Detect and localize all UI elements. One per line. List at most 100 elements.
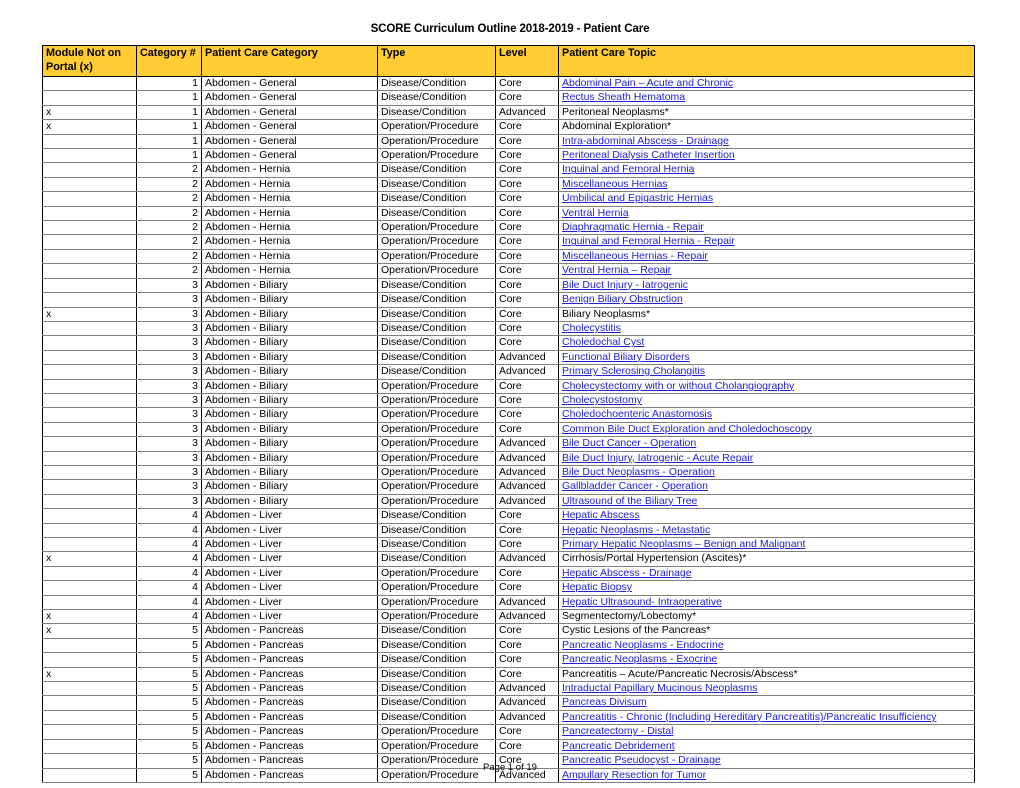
topic-link[interactable]: Ventral Hernia [562, 207, 629, 218]
cell-patient-care-topic[interactable]: Pancreatic Debridement [558, 738, 975, 755]
topic-link[interactable]: Pancreatic Debridement [562, 740, 675, 751]
cell-patient-care-topic[interactable]: Pancreatitis - Chronic (Including Heredi… [558, 709, 975, 726]
cell-category-number: 2 [136, 176, 202, 193]
topic-link[interactable]: Cholecystitis [562, 322, 621, 333]
cell-patient-care-topic[interactable]: Choledochoenteric Anastomosis [558, 407, 975, 423]
cell-patient-care-topic[interactable]: Common Bile Duct Exploration and Choledo… [558, 421, 975, 438]
cell-patient-care-topic[interactable]: Hepatic Abscess - Drainage [558, 565, 975, 582]
topic-link[interactable]: Hepatic Abscess - Drainage [562, 567, 692, 578]
topic-link[interactable]: Cholecystectomy with or without Cholangi… [562, 380, 794, 391]
cell-module-not-on-portal [42, 738, 137, 755]
cell-patient-care-topic[interactable]: Cholecystostomy [558, 392, 975, 409]
cell-patient-care-topic[interactable]: Benign Biliary Obstruction [558, 292, 975, 308]
topic-link[interactable]: Inguinal and Femoral Hernia [562, 164, 695, 175]
cell-patient-care-topic[interactable]: Intra-abdominal Abscess - Drainage [558, 133, 975, 150]
cell-patient-care-topic: Pancreatitis – Acute/Pancreatic Necrosis… [558, 666, 975, 683]
curriculum-table-container: Module Not on Portal (x) Category # Pati… [42, 45, 975, 783]
cell-module-not-on-portal [42, 493, 137, 510]
cell-patient-care-topic[interactable]: Ventral Hernia – Repair [558, 263, 975, 279]
topic-link[interactable]: Pancreatitis - Chronic (Including Heredi… [562, 711, 936, 722]
topic-link[interactable]: Primary Sclerosing Cholangitis [562, 366, 705, 377]
cell-category-number: 4 [136, 508, 202, 524]
topic-link[interactable]: Hepatic Abscess [562, 510, 640, 521]
cell-type: Disease/Condition [377, 277, 496, 294]
topic-link[interactable]: Choledochoenteric Anastomosis [562, 409, 712, 420]
cell-patient-care-topic[interactable]: Pancreatectomy - Distal [558, 724, 975, 740]
cell-patient-care-topic[interactable]: Ultrasound of the Biliary Tree [558, 493, 975, 510]
cell-patient-care-topic[interactable]: Intraductal Papillary Mucinous Neoplasms [558, 681, 975, 697]
topic-link[interactable]: Choledochal Cyst [562, 337, 644, 348]
cell-category-number: 1 [136, 90, 202, 106]
table-row: 5 Abdomen - Pancreas Disease/Condition Adva… [42, 695, 975, 711]
topic-link[interactable]: Inguinal and Femoral Hernia - Repair [562, 236, 735, 247]
cell-patient-care-topic[interactable]: Hepatic Neoplasms - Metastatic [558, 522, 975, 539]
cell-patient-care-topic[interactable]: Pancreatic Neoplasms - Exocrine [558, 652, 975, 668]
topic-link[interactable]: Ventral Hernia – Repair [562, 265, 671, 276]
topic-link[interactable]: Ultrasound of the Biliary Tree [562, 495, 697, 506]
topic-link[interactable]: Functional Biliary Disorders [562, 351, 690, 362]
cell-patient-care-topic[interactable]: Cholecystectomy with or without Cholangi… [558, 378, 975, 394]
cell-patient-care-topic[interactable]: Peritoneal Dialysis Catheter Insertion [558, 148, 975, 164]
topic-link[interactable]: Primary Hepatic Neoplasms – Benign and M… [562, 539, 805, 550]
cell-patient-care-topic[interactable]: Primary Hepatic Neoplasms – Benign and M… [558, 536, 975, 553]
cell-patient-care-topic[interactable]: Hepatic Ultrasound- Intraoperative [558, 594, 975, 611]
cell-patient-care-topic[interactable]: Pancreas Divisum [558, 695, 975, 711]
topic-link[interactable]: Pancreatic Neoplasms - Endocrine [562, 639, 724, 650]
cell-patient-care-topic[interactable]: Functional Biliary Disorders [558, 349, 975, 366]
cell-module-not-on-portal [42, 220, 137, 236]
cell-patient-care-topic[interactable]: Bile Duct Injury - Iatrogenic [558, 277, 975, 294]
cell-patient-care-topic[interactable]: Miscellaneous Hernias - Repair [558, 248, 975, 265]
topic-link[interactable]: Rectus Sheath Hematoma [562, 92, 685, 103]
cell-patient-care-topic[interactable]: Pancreatic Neoplasms - Endocrine [558, 637, 975, 654]
cell-patient-care-topic[interactable]: Diaphragmatic Hernia - Repair [558, 220, 975, 236]
topic-link[interactable]: Pancreatic Neoplasms - Exocrine [562, 654, 717, 665]
cell-type: Disease/Condition [377, 320, 496, 337]
topic-link[interactable]: Benign Biliary Obstruction [562, 294, 683, 305]
topic-link[interactable]: Bile Duct Injury - Iatrogenic [562, 279, 688, 290]
cell-patient-care-topic[interactable]: Hepatic Biopsy [558, 580, 975, 596]
cell-patient-care-topic[interactable]: Abdominal Pain – Acute and Chronic [558, 75, 975, 92]
topic-link[interactable]: Miscellaneous Hernias - Repair [562, 250, 708, 261]
cell-patient-care-topic[interactable]: Choledochal Cyst [558, 335, 975, 351]
topic-link[interactable]: Bile Duct Neoplasms - Operation [562, 466, 715, 477]
topic-link[interactable]: Intra-abdominal Abscess - Drainage [562, 135, 729, 146]
topic-link[interactable]: Bile Duct Injury, Iatrogenic - Acute Rep… [562, 452, 753, 463]
cell-patient-care-topic[interactable]: Miscellaneous Hernias [558, 176, 975, 193]
cell-patient-care-topic[interactable]: Gallbladder Cancer - Operation [558, 479, 975, 495]
topic-link[interactable]: Hepatic Ultrasound- Intraoperative [562, 596, 722, 607]
topic-link[interactable]: Umbilical and Epigastric Hernias [562, 193, 713, 204]
topic-link[interactable]: Common Bile Duct Exploration and Choledo… [562, 423, 812, 434]
cell-patient-care-category: Abdomen - Pancreas [201, 666, 378, 683]
topic-link[interactable]: Miscellaneous Hernias [562, 178, 668, 189]
cell-patient-care-topic[interactable]: Inguinal and Femoral Hernia - Repair [558, 234, 975, 250]
cell-module-not-on-portal: x [42, 119, 137, 135]
topic-link[interactable]: Hepatic Neoplasms - Metastatic [562, 524, 710, 535]
cell-patient-care-topic[interactable]: Ventral Hernia [558, 205, 975, 222]
cell-patient-care-topic[interactable]: Bile Duct Cancer - Operation [558, 436, 975, 452]
cell-patient-care-topic[interactable]: Inguinal and Femoral Hernia [558, 162, 975, 178]
cell-module-not-on-portal [42, 176, 137, 193]
topic-link[interactable]: Cholecystostomy [562, 394, 642, 405]
cell-module-not-on-portal [42, 724, 137, 740]
topic-link[interactable]: Pancreas Divisum [562, 697, 647, 708]
cell-category-number: 4 [136, 565, 202, 582]
topic-link[interactable]: Gallbladder Cancer - Operation [562, 481, 708, 492]
topic-link[interactable]: Peritoneal Dialysis Catheter Insertion [562, 150, 735, 161]
cell-patient-care-topic[interactable]: Rectus Sheath Hematoma [558, 90, 975, 106]
cell-patient-care-topic[interactable]: Bile Duct Neoplasms - Operation [558, 464, 975, 481]
cell-patient-care-topic[interactable]: Umbilical and Epigastric Hernias [558, 191, 975, 207]
topic-link[interactable]: Abdominal Pain – Acute and Chronic [562, 78, 733, 89]
topic-link[interactable]: Bile Duct Cancer - Operation [562, 438, 696, 449]
cell-category-number: 5 [136, 738, 202, 755]
cell-patient-care-topic[interactable]: Primary Sclerosing Cholangitis [558, 364, 975, 380]
topic-link[interactable]: Intraductal Papillary Mucinous Neoplasms [562, 683, 758, 694]
topic-link[interactable]: Pancreatectomy - Distal [562, 726, 673, 737]
cell-patient-care-topic[interactable]: Hepatic Abscess [558, 508, 975, 524]
cell-patient-care-topic[interactable]: Bile Duct Injury, Iatrogenic - Acute Rep… [558, 450, 975, 466]
cell-level: Advanced [495, 450, 559, 466]
topic-link[interactable]: Hepatic Biopsy [562, 582, 632, 593]
cell-module-not-on-portal [42, 652, 137, 668]
cell-patient-care-topic[interactable]: Cholecystitis [558, 320, 975, 337]
cell-type: Disease/Condition [377, 508, 496, 524]
topic-link[interactable]: Diaphragmatic Hernia - Repair [562, 222, 704, 233]
